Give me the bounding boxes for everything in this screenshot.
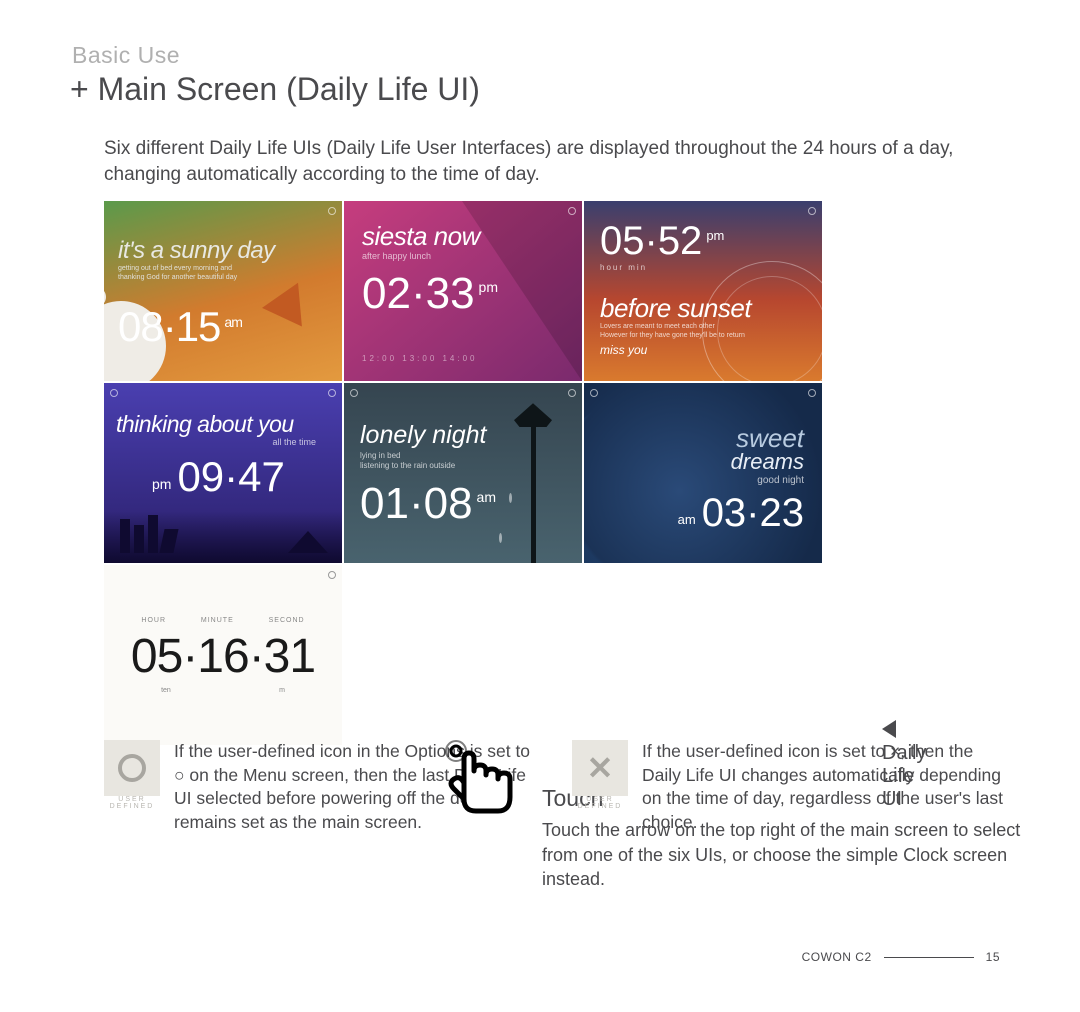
tile-subtext: getting out of bed every morning andthan…	[118, 265, 237, 282]
tile-time-labels: hour min	[600, 263, 647, 272]
tile-subtext: lying in bedlistening to the rain outsid…	[360, 451, 455, 470]
user-defined-circle-icon: USER DEFINED	[104, 740, 160, 796]
tile-subtext: after happy lunch	[362, 251, 431, 261]
tile-caption: miss you	[600, 343, 647, 357]
tile-heading: lonely night	[360, 421, 486, 450]
tile-thinking-about-you[interactable]: thinking about you all the time pm09·47	[104, 383, 342, 563]
tile-sweet-dreams[interactable]: sweet dreams good night am03·23	[584, 383, 822, 563]
user-defined-x-icon: ✕ USER DEFINED	[572, 740, 628, 796]
page-number: 15	[986, 950, 1000, 964]
tile-ruler: 12:00 13:00 14:00	[362, 354, 478, 363]
clock-unit-labels: HOURMINUTESECOND	[104, 617, 342, 624]
kite-icon	[262, 274, 318, 327]
note-user-defined-x: ✕ USER DEFINED If the user-defined icon …	[572, 740, 1010, 835]
tile-subtext: Lovers are meant to meet each otherHowev…	[600, 323, 745, 340]
tile-heading-2: dreams	[731, 449, 804, 475]
daily-life-grid: it's a sunny day getting out of bed ever…	[104, 201, 824, 745]
triangle-left-icon	[882, 720, 896, 738]
touch-hand-icon	[436, 739, 524, 839]
tile-heading: thinking about you	[116, 411, 294, 438]
tile-time: 01·08am	[360, 479, 496, 529]
tile-time: 08·15am	[118, 303, 242, 351]
page-title: + Main Screen (Daily Life UI)	[70, 71, 1010, 108]
note-text: If the user-defined icon is set to ×, th…	[642, 740, 1010, 835]
section-overline: Basic Use	[72, 42, 1010, 69]
tile-heading: it's a sunny day	[118, 237, 275, 265]
tile-subtext: all the time	[272, 437, 316, 447]
product-name: COWON C2	[802, 950, 872, 964]
tile-lonely-night[interactable]: lonely night lying in bedlistening to th…	[344, 383, 582, 563]
streetlamp-icon	[531, 417, 536, 563]
page-footer: COWON C2 15	[802, 950, 1000, 964]
clock-sub-labels: tenm	[104, 687, 342, 694]
tile-sunny-day[interactable]: it's a sunny day getting out of bed ever…	[104, 201, 342, 381]
tile-siesta[interactable]: siesta now after happy lunch 02·33pm 12:…	[344, 201, 582, 381]
tile-time: 05·16·31	[104, 629, 342, 684]
moon-icon	[584, 393, 764, 563]
tile-time: pm09·47	[152, 453, 285, 501]
tile-time: am03·23	[678, 491, 804, 536]
tile-time: 05·52pm	[600, 219, 724, 264]
tile-heading: siesta now	[362, 221, 480, 252]
tile-subtext: good night	[757, 475, 804, 486]
tile-before-sunset[interactable]: 05·52pm hour min before sunset Lovers ar…	[584, 201, 822, 381]
tile-time: 02·33pm	[362, 269, 498, 319]
tile-simple-clock[interactable]: HOURMINUTESECOND 05·16·31 tenm	[104, 565, 342, 745]
intro-paragraph: Six different Daily Life UIs (Daily Life…	[104, 136, 990, 187]
tile-heading: before sunset	[600, 293, 751, 324]
house-icon	[288, 531, 328, 553]
